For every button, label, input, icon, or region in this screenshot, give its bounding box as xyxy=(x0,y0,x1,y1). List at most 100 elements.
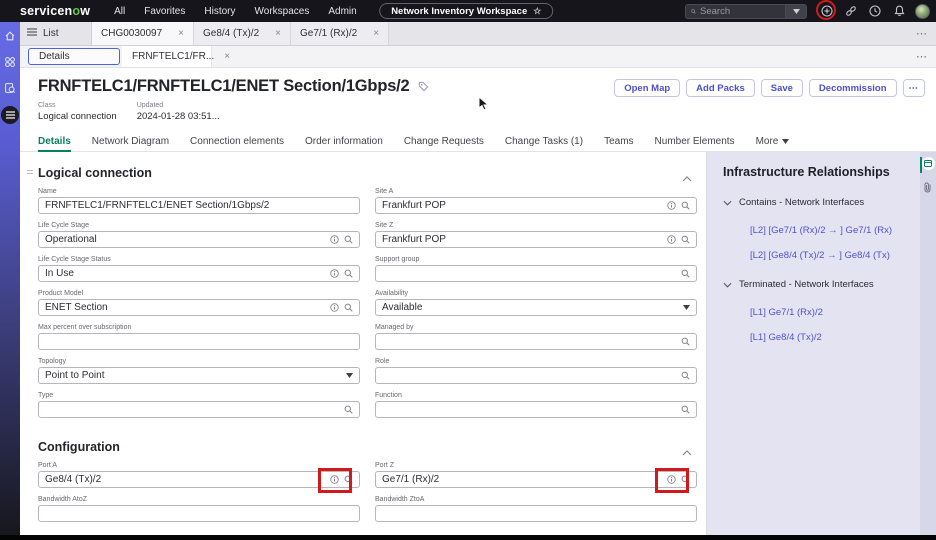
workspace-tab-list[interactable]: List xyxy=(20,22,92,45)
info-icon[interactable] xyxy=(667,475,676,484)
input-site-z[interactable]: Frankfurt POP xyxy=(375,231,697,248)
tab-teams[interactable]: Teams xyxy=(604,132,633,152)
search-icon[interactable] xyxy=(681,235,690,244)
tab-more[interactable]: More xyxy=(756,132,790,152)
input-role[interactable] xyxy=(375,367,697,384)
workspaces-button[interactable] xyxy=(0,56,20,68)
tab-details[interactable]: Details xyxy=(38,132,71,152)
tab-connection-elements[interactable]: Connection elements xyxy=(190,132,284,152)
tab-number-elements[interactable]: Number Elements xyxy=(655,132,735,152)
search-icon[interactable] xyxy=(344,269,353,278)
close-icon[interactable]: × xyxy=(224,51,230,62)
input-product-model[interactable]: ENET Section xyxy=(38,299,360,316)
open-map-button[interactable]: Open Map xyxy=(614,79,681,97)
search-icon[interactable] xyxy=(681,475,690,484)
search-icon[interactable] xyxy=(681,269,690,278)
add-button[interactable] xyxy=(816,0,836,20)
relationship-link[interactable]: [L2] [Ge8/4 (Tx)/2 → ] Ge8/4 (Tx) xyxy=(750,250,908,261)
workspace-tab-ge8-4-tx-2[interactable]: Ge8/4 (Tx)/2 × xyxy=(194,22,291,45)
workspace-switcher[interactable]: Network Inventory Workspace ☆ xyxy=(379,3,554,19)
record-search-button[interactable] xyxy=(0,82,20,94)
chevron-up-icon[interactable] xyxy=(682,443,692,461)
search-icon[interactable] xyxy=(681,201,690,210)
field-topology: Topology Point to Point xyxy=(38,358,360,384)
search-scope-dropdown[interactable] xyxy=(785,3,807,19)
input-availability[interactable]: Available xyxy=(375,299,697,316)
search-icon[interactable] xyxy=(344,235,353,244)
search-icon[interactable] xyxy=(681,371,690,380)
caret-icon[interactable] xyxy=(346,373,353,378)
relationships-rail-button[interactable] xyxy=(921,157,935,170)
home-icon xyxy=(5,31,15,41)
info-icon[interactable] xyxy=(667,235,676,244)
input-type[interactable] xyxy=(38,401,360,418)
tab-overflow-button[interactable]: ⋯ xyxy=(916,22,928,45)
subtab-overflow-button[interactable]: ⋯ xyxy=(916,46,928,67)
notifications-button[interactable] xyxy=(891,3,907,19)
search-icon[interactable] xyxy=(344,303,353,312)
input-life-cycle-stage-status[interactable]: In Use xyxy=(38,265,360,282)
input-life-cycle-stage[interactable]: Operational xyxy=(38,231,360,248)
subtab-details[interactable]: Details xyxy=(28,48,120,65)
home-button[interactable] xyxy=(0,30,20,42)
tree-group-toggle[interactable]: Terminated - Network Interfaces xyxy=(723,275,908,293)
top-nav-item-history[interactable]: History xyxy=(204,6,235,17)
tab-order-information[interactable]: Order information xyxy=(305,132,383,152)
relationship-link[interactable]: [L1] Ge7/1 (Rx)/2 xyxy=(750,307,908,318)
workspace-tab-ge7-1-rx-2[interactable]: Ge7/1 (Rx)/2 × xyxy=(290,22,390,45)
input-site-a[interactable]: Frankfurt POP xyxy=(375,197,697,214)
search-field[interactable] xyxy=(685,3,785,19)
info-icon[interactable] xyxy=(330,303,339,312)
menu-toggle-button[interactable] xyxy=(1,106,19,124)
tab-change-tasks-1[interactable]: Change Tasks (1) xyxy=(505,132,583,152)
top-nav-item-admin[interactable]: Admin xyxy=(328,6,356,17)
input-support-group[interactable] xyxy=(375,265,697,282)
info-icon[interactable] xyxy=(667,201,676,210)
tab-change-requests[interactable]: Change Requests xyxy=(404,132,484,152)
input-topology[interactable]: Point to Point xyxy=(38,367,360,384)
help-button[interactable] xyxy=(867,3,883,19)
top-nav-item-favorites[interactable]: Favorites xyxy=(144,6,185,17)
user-avatar[interactable] xyxy=(915,3,930,19)
save-button[interactable]: Save xyxy=(760,79,803,97)
input-max-percent-over-subscription[interactable] xyxy=(38,333,360,350)
input-bandwidth-ztoa[interactable] xyxy=(375,505,697,522)
tab-network-diagram[interactable]: Network Diagram xyxy=(92,132,169,152)
input-port-a[interactable]: Ge8/4 (Tx)/2 xyxy=(38,467,360,493)
search-icon[interactable] xyxy=(681,405,690,414)
search-icon[interactable] xyxy=(681,337,690,346)
subtab-frnftelc1-fr[interactable]: FRNFTELC1/FR... × xyxy=(122,46,230,67)
attachments-rail-button[interactable] xyxy=(923,180,932,198)
input-function[interactable] xyxy=(375,401,697,418)
connect-button[interactable] xyxy=(843,3,859,19)
tree-group-toggle[interactable]: Contains - Network Interfaces xyxy=(723,193,908,211)
decommission-button[interactable]: Decommission xyxy=(808,79,897,97)
relationship-link[interactable]: [L1] Ge8/4 (Tx)/2 xyxy=(750,332,908,343)
close-icon[interactable]: × xyxy=(178,28,184,39)
search-icon[interactable] xyxy=(344,475,353,484)
tag-icon[interactable] xyxy=(418,81,429,92)
close-icon[interactable]: × xyxy=(373,28,379,39)
info-icon[interactable] xyxy=(330,235,339,244)
top-nav-item-workspaces[interactable]: Workspaces xyxy=(255,6,310,17)
search-input[interactable] xyxy=(700,5,780,17)
favorite-star-icon[interactable]: ☆ xyxy=(533,6,541,17)
search-icon[interactable] xyxy=(344,405,353,414)
add-packs-button[interactable]: Add Packs xyxy=(686,79,755,97)
input-port-z[interactable]: Ge7/1 (Rx)/2 xyxy=(375,467,697,493)
tab-label: More xyxy=(755,135,779,147)
input-name[interactable]: FRNFTELC1/FRNFTELC1/ENET Section/1Gbps/2 xyxy=(38,197,360,214)
info-icon[interactable] xyxy=(330,475,339,484)
record-header: FRNFTELC1/FRNFTELC1/ENET Section/1Gbps/2… xyxy=(20,68,936,132)
chevron-up-icon[interactable] xyxy=(682,169,692,187)
input-managed-by[interactable] xyxy=(375,333,697,350)
input-bandwidth-atoz[interactable] xyxy=(38,505,360,522)
info-icon[interactable] xyxy=(330,269,339,278)
top-nav-menu: All Favorites History Workspaces Admin xyxy=(114,6,357,17)
relationship-link[interactable]: [L2] [Ge7/1 (Rx)/2 → ] Ge7/1 (Rx) xyxy=(750,225,908,236)
workspace-tab-chg0030097[interactable]: CHG0030097 × xyxy=(92,22,194,45)
close-icon[interactable]: × xyxy=(275,28,281,39)
more-actions-button[interactable]: ⋯ xyxy=(902,79,925,97)
caret-icon[interactable] xyxy=(683,305,690,310)
top-nav-item-all[interactable]: All xyxy=(114,6,125,17)
